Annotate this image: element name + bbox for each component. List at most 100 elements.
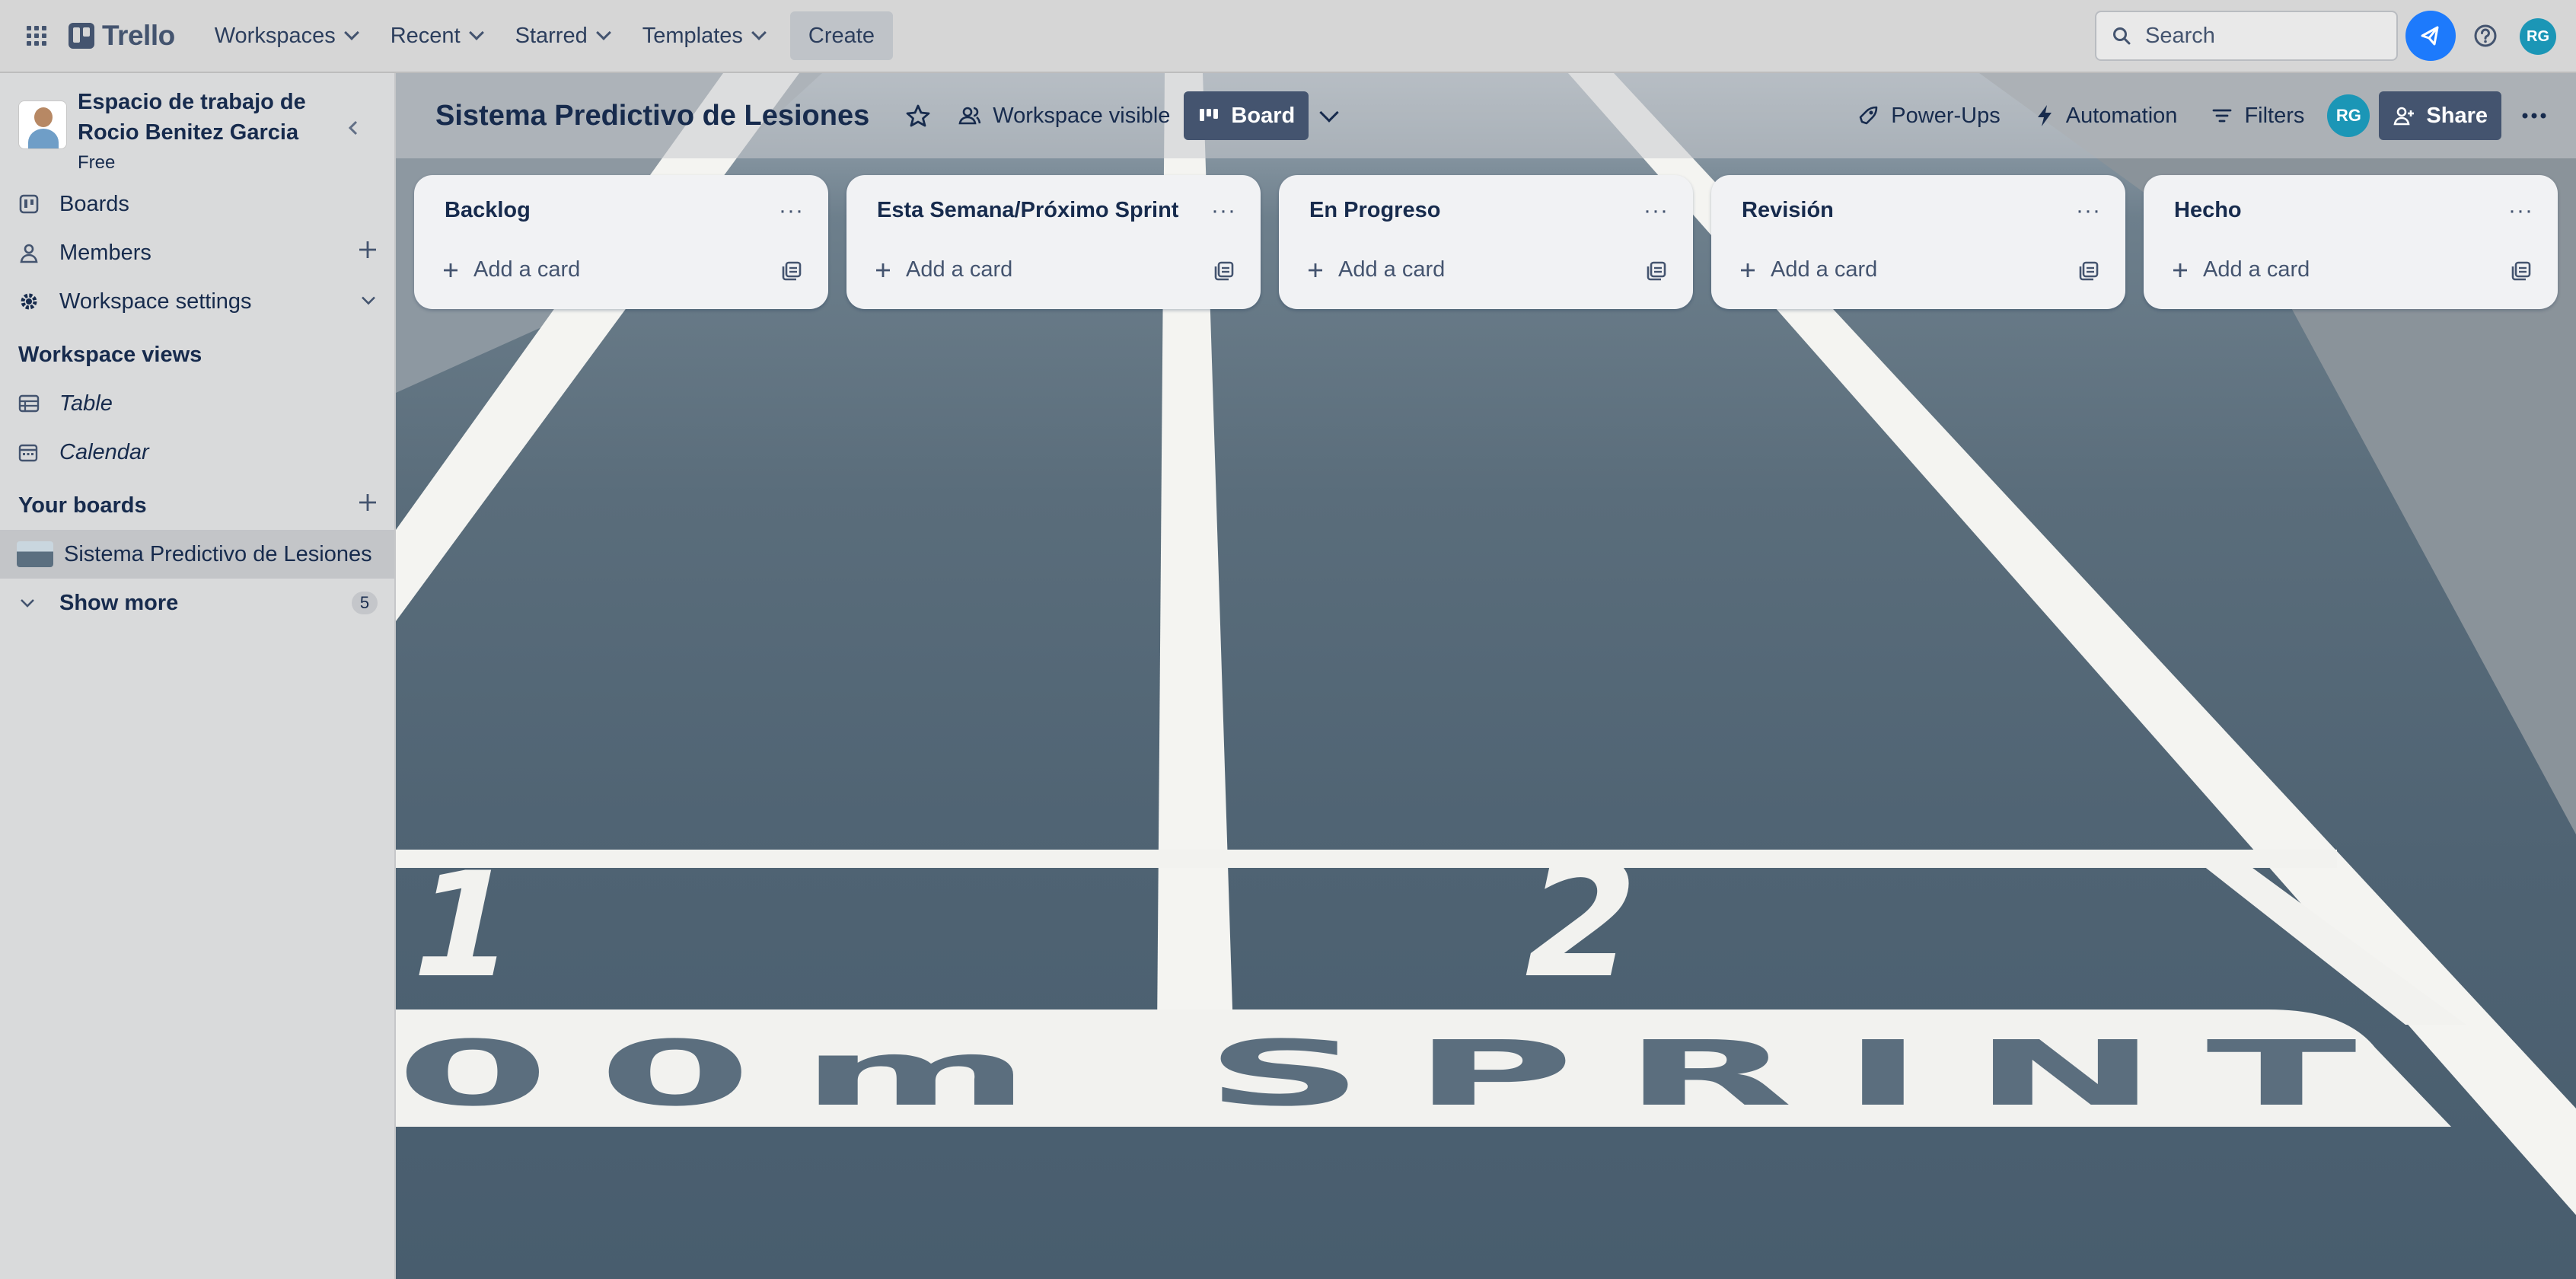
megaphone-icon xyxy=(2421,26,2439,46)
collapse-sidebar-button[interactable] xyxy=(346,119,361,141)
chevron-down-icon xyxy=(751,25,767,40)
search-placeholder: Search xyxy=(2145,23,2215,48)
board-view-label: Board xyxy=(1231,103,1296,128)
chevron-down-icon xyxy=(595,25,611,40)
card-template-icon[interactable] xyxy=(2078,260,2099,282)
add-card-label: Add a card xyxy=(1771,257,1878,282)
show-more-boards[interactable]: Show more 5 xyxy=(0,579,394,627)
board-thumbnail xyxy=(17,541,53,567)
app-switcher-icon[interactable] xyxy=(17,16,56,56)
sidebar-item-label: Boards xyxy=(59,191,129,216)
list-esta-semana[interactable]: Esta Semana/Próximo Sprint ··· Add a car… xyxy=(846,175,1261,309)
plus-icon xyxy=(2173,263,2187,277)
automation-button[interactable]: Automation xyxy=(2020,91,2192,140)
list-backlog[interactable]: Backlog ··· Add a card xyxy=(414,175,828,309)
top-navigation-bar: Trello Workspaces Recent Starred Templat… xyxy=(0,0,2576,73)
question-circle-icon xyxy=(2474,24,2497,47)
add-card-button[interactable]: Add a card xyxy=(2171,257,2310,282)
list-menu-button[interactable]: ··· xyxy=(2508,198,2533,224)
add-card-label: Add a card xyxy=(1338,257,1446,282)
board-view-button[interactable]: Board xyxy=(1184,91,1309,140)
list-hecho[interactable]: Hecho ··· Add a card xyxy=(2144,175,2558,309)
starred-menu[interactable]: Starred xyxy=(499,11,626,60)
plus-icon xyxy=(444,263,457,277)
workspaces-menu[interactable]: Workspaces xyxy=(198,11,374,60)
chevron-down-icon xyxy=(468,25,484,40)
automation-label: Automation xyxy=(2065,103,2178,128)
card-template-icon[interactable] xyxy=(781,260,802,282)
recent-menu[interactable]: Recent xyxy=(374,11,499,60)
lightning-icon xyxy=(2037,105,2052,126)
trello-logo-icon xyxy=(69,23,94,49)
add-card-button[interactable]: Add a card xyxy=(1739,257,1877,282)
card-template-icon[interactable] xyxy=(1646,260,1667,282)
add-card-label: Add a card xyxy=(906,257,1013,282)
sidebar-item-label: Table xyxy=(59,391,113,416)
list-title[interactable]: Revisión xyxy=(1742,198,1834,223)
create-button[interactable]: Create xyxy=(789,11,893,60)
add-member-button[interactable] xyxy=(358,240,378,266)
visibility-label: Workspace visible xyxy=(993,103,1171,128)
board-member-avatar[interactable]: RG xyxy=(2327,94,2370,137)
add-card-button[interactable]: Add a card xyxy=(442,257,580,282)
add-card-button[interactable]: Add a card xyxy=(874,257,1012,282)
person-icon xyxy=(18,242,44,263)
your-boards-heading: Your boards xyxy=(0,481,394,530)
sidebar-board-sistema-predictivo[interactable]: Sistema Predictivo de Lesiones xyxy=(0,530,394,579)
sidebar-item-boards[interactable]: Boards xyxy=(0,180,394,228)
list-title[interactable]: Hecho xyxy=(2174,198,2242,223)
visibility-button[interactable]: Workspace visible xyxy=(944,91,1184,140)
card-template-icon[interactable] xyxy=(2511,260,2532,282)
templates-menu[interactable]: Templates xyxy=(626,11,781,60)
sidebar-item-workspace-settings[interactable]: Workspace settings xyxy=(0,277,394,326)
list-title[interactable]: Backlog xyxy=(445,198,531,223)
board-header-actions: Power-Ups Automation Filters RG Share xyxy=(1842,73,2576,158)
workspace-views-heading: Workspace views xyxy=(18,342,202,367)
board-title[interactable]: Sistema Predictivo de Lesiones xyxy=(435,100,869,132)
sidebar-item-calendar[interactable]: Calendar xyxy=(0,428,394,477)
help-button[interactable] xyxy=(2460,11,2511,61)
sidebar-item-label: Members xyxy=(59,240,151,265)
view-switcher-button[interactable] xyxy=(1309,91,1350,140)
list-en-progreso[interactable]: En Progreso ··· Add a card xyxy=(1279,175,1693,309)
powerups-button[interactable]: Power-Ups xyxy=(1842,91,2013,140)
board-menu-button[interactable] xyxy=(2507,91,2561,140)
star-board-button[interactable] xyxy=(892,91,944,140)
list-menu-button[interactable]: ··· xyxy=(1643,198,1669,224)
workspace-header: Espacio de trabajo de Rocio Benitez Garc… xyxy=(0,73,394,180)
board-header: Sistema Predictivo de Lesiones Workspace… xyxy=(396,73,2576,158)
card-template-icon[interactable] xyxy=(1213,260,1235,282)
show-more-label: Show more xyxy=(59,590,179,615)
board-lists: Backlog ··· Add a card Esta Semana/Próxi… xyxy=(414,175,2558,309)
sidebar-item-table[interactable]: Table xyxy=(0,379,394,428)
list-menu-button[interactable]: ··· xyxy=(1211,198,1236,224)
account-avatar[interactable]: RG xyxy=(2520,18,2556,55)
list-title[interactable]: En Progreso xyxy=(1309,198,1440,223)
chevron-left-icon xyxy=(348,120,358,136)
chevron-down-icon xyxy=(1319,103,1339,123)
your-boards-label: Your boards xyxy=(18,493,147,518)
chevron-down-icon xyxy=(343,25,359,40)
plus-icon xyxy=(876,263,890,277)
sidebar-item-members[interactable]: Members xyxy=(0,228,394,277)
workspace-sidebar: Espacio de trabajo de Rocio Benitez Garc… xyxy=(0,73,396,1279)
sidebar-item-label: Workspace settings xyxy=(59,289,252,314)
workspace-name[interactable]: Espacio de trabajo de Rocio Benitez Garc… xyxy=(78,87,329,148)
notifications-button[interactable] xyxy=(2405,11,2456,61)
chevron-down-icon[interactable] xyxy=(359,289,378,314)
list-menu-button[interactable]: ··· xyxy=(779,198,804,224)
filters-label: Filters xyxy=(2244,103,2305,128)
list-menu-button[interactable]: ··· xyxy=(2076,198,2101,224)
trello-logo[interactable]: Trello xyxy=(69,20,175,52)
search-input[interactable]: Search xyxy=(2095,11,2398,61)
list-revision[interactable]: Revisión ··· Add a card xyxy=(1711,175,2125,309)
add-board-button[interactable] xyxy=(358,493,378,518)
filter-icon xyxy=(2213,109,2232,123)
plus-icon xyxy=(359,241,376,258)
share-button[interactable]: Share xyxy=(2379,91,2501,140)
add-card-button[interactable]: Add a card xyxy=(1306,257,1445,282)
list-title[interactable]: Esta Semana/Próximo Sprint xyxy=(877,198,1178,223)
add-card-label: Add a card xyxy=(2203,257,2310,282)
filters-button[interactable]: Filters xyxy=(2197,91,2318,140)
show-more-count-badge: 5 xyxy=(352,592,378,614)
